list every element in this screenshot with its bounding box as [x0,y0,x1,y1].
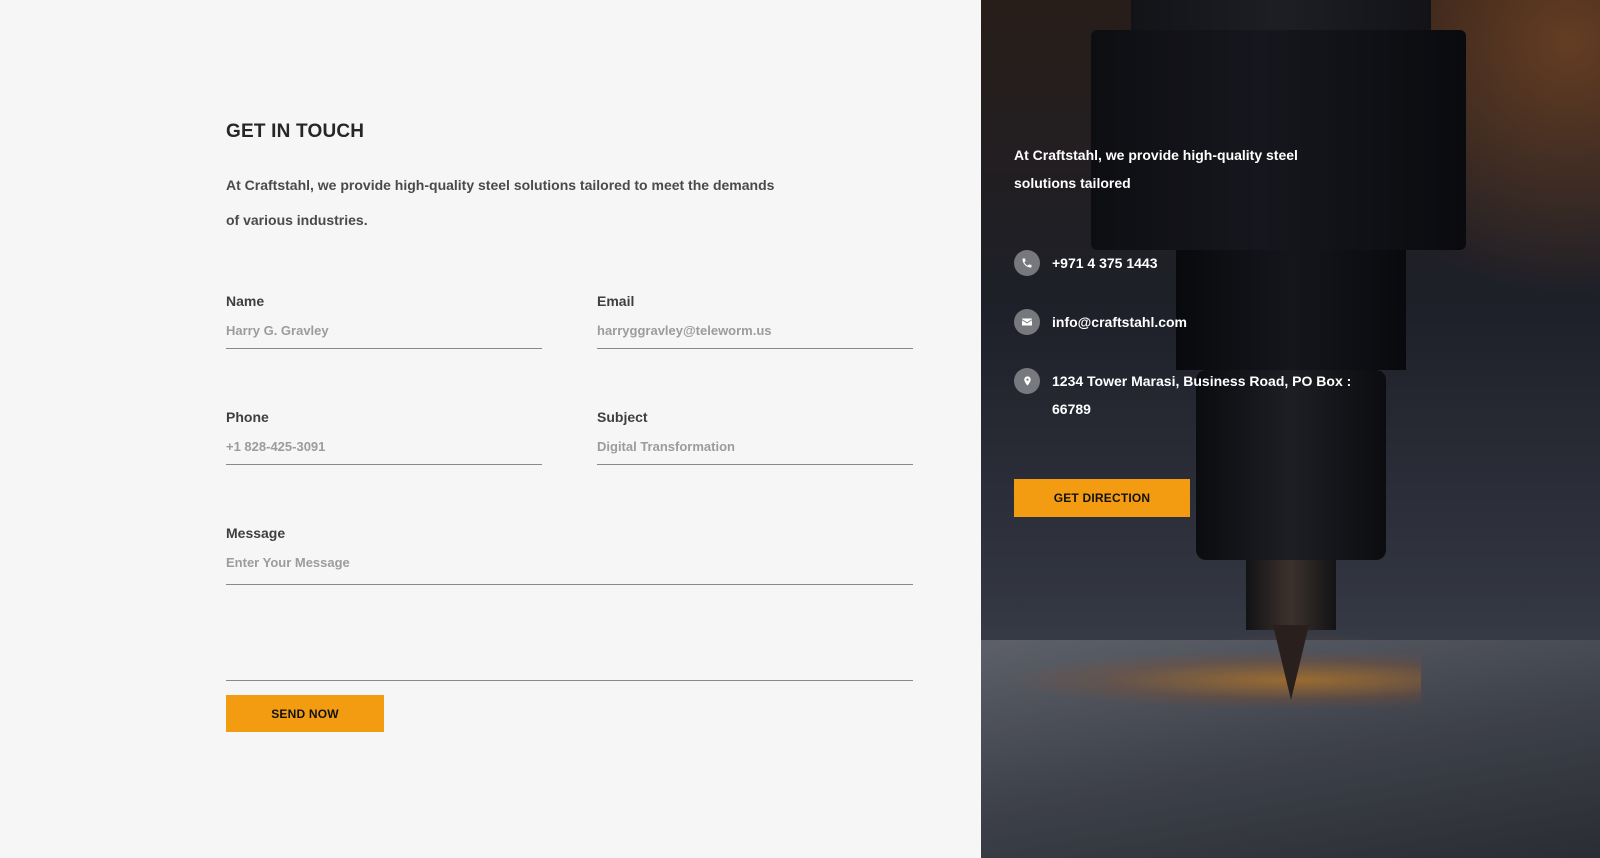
info-description: At Craftstahl, we provide high-quality s… [1014,147,1298,191]
message-divider [226,584,913,585]
info-panel: At Craftstahl, we provide high-quality s… [981,0,1600,858]
location-pin-icon [1014,368,1040,394]
mail-icon [1014,309,1040,335]
address-row: 1234 Tower Marasi, Business Road, PO Box… [1014,368,1374,423]
get-direction-button[interactable]: GET DIRECTION [1014,479,1190,517]
phone-text: +971 4 375 1443 [1052,255,1158,271]
email-row[interactable]: info@craftstahl.com [1014,309,1187,336]
address-text: 1234 Tower Marasi, Business Road, PO Box… [1052,373,1352,417]
phone-field-group: Phone [226,409,542,465]
phone-label: Phone [226,409,269,425]
message-label: Message [226,525,286,541]
page-title: GET IN TOUCH [226,121,365,142]
phone-icon [1014,250,1040,276]
email-text: info@craftstahl.com [1052,314,1188,330]
name-field-group: Name [226,293,542,349]
send-now-button[interactable]: SEND NOW [226,695,384,732]
message-field-group: Message [226,525,913,681]
name-input[interactable] [226,323,542,349]
email-field-group: Email [597,293,913,349]
subject-field-group: Subject [597,409,913,465]
phone-row[interactable]: +971 4 375 1443 [1014,250,1158,277]
email-input[interactable] [597,323,913,349]
name-label: Name [226,293,265,309]
message-textarea[interactable] [226,555,913,681]
contact-form-panel: GET IN TOUCH At Craftstahl, we provide h… [0,0,981,858]
email-label: Email [597,293,635,309]
intro-text: At Craftstahl, we provide high-quality s… [226,177,775,228]
phone-input[interactable] [226,439,542,465]
subject-input[interactable] [597,439,913,465]
subject-label: Subject [597,409,648,425]
